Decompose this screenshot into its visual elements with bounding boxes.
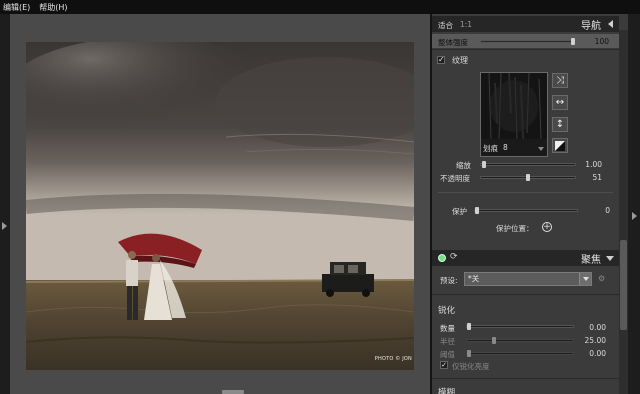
navigator-title: 导航 xyxy=(581,20,601,32)
luminance-only-label: 仅锐化亮度 xyxy=(452,362,490,371)
texture-label: 纹理 xyxy=(452,56,468,65)
ratio-button[interactable]: 1:1 xyxy=(460,20,472,29)
scale-knob[interactable] xyxy=(482,161,486,168)
opacity-value: 51 xyxy=(592,173,602,182)
scale-label: 缩放 xyxy=(456,161,471,170)
amount-label: 数量 xyxy=(440,324,455,333)
menu-bar: 编辑(E) 帮助(H) xyxy=(0,0,640,14)
texture-checkbox[interactable]: ✓ xyxy=(437,56,445,64)
overall-intensity-label: 整体强度 xyxy=(438,38,468,47)
sharpen-title: 锐化 xyxy=(438,306,456,316)
collapse-left-icon[interactable] xyxy=(608,20,613,28)
random-texture-button[interactable]: ⤨ xyxy=(552,73,568,88)
threshold-slider[interactable] xyxy=(466,350,574,357)
shuffle-icon: ⤨ xyxy=(556,74,564,86)
radius-label: 半径 xyxy=(440,337,455,346)
opacity-knob[interactable] xyxy=(526,174,530,181)
overall-intensity-knob[interactable] xyxy=(571,38,575,45)
luminance-only-checkbox[interactable]: ✓ xyxy=(440,361,448,369)
separator xyxy=(438,192,613,193)
texture-preset-label: 划痕 xyxy=(483,144,498,153)
texture-preset-dropdown-icon[interactable] xyxy=(538,147,544,151)
left-panel-toggle-strip[interactable] xyxy=(0,14,10,394)
flip-vertical-button[interactable]: ↕ xyxy=(552,117,568,132)
invert-texture-button[interactable] xyxy=(552,138,568,153)
threshold-value: 0.00 xyxy=(589,349,606,358)
focus-reset-icon[interactable]: ⟳ xyxy=(450,252,458,262)
focus-preset-label: 预设: xyxy=(440,276,458,285)
separator xyxy=(432,49,619,50)
focus-preset-value: *关 xyxy=(468,274,480,283)
protect-value: 0 xyxy=(605,206,610,215)
protect-knob[interactable] xyxy=(475,207,479,214)
protect-label: 保护 xyxy=(452,207,467,216)
add-protect-point-icon[interactable]: + xyxy=(542,222,552,232)
scale-value: 1.00 xyxy=(585,160,602,169)
focus-enable-icon[interactable] xyxy=(438,254,446,262)
image-canvas[interactable]: PHOTO © JON xyxy=(10,14,430,394)
invert-icon xyxy=(555,140,565,151)
chevron-down-icon[interactable] xyxy=(579,273,591,285)
texture-preview-image xyxy=(481,72,547,140)
amount-slider[interactable] xyxy=(466,323,574,330)
radius-value: 25.00 xyxy=(584,336,606,345)
collapse-down-icon[interactable] xyxy=(606,256,614,261)
menu-item-help[interactable]: 帮助(H) xyxy=(39,2,67,13)
scale-slider[interactable] xyxy=(480,161,576,168)
flip-horizontal-button[interactable]: ↔ xyxy=(552,95,568,110)
separator xyxy=(432,378,619,379)
navigator-header[interactable]: 适合 1:1 导航 xyxy=(432,16,619,32)
opacity-label: 不透明度 xyxy=(440,174,470,183)
overall-intensity-value: 100 xyxy=(594,37,609,46)
settings-panel: 适合 1:1 导航 整体强度 100 ✓ 纹理 划痕 8 ⤨ ↔ ↕ 缩放 1.… xyxy=(432,14,628,394)
focus-preset-select[interactable]: *关 xyxy=(464,272,592,286)
focus-header[interactable]: ⟳ 聚焦 xyxy=(432,250,619,266)
focus-title: 聚焦 xyxy=(581,254,601,266)
flip-horizontal-icon: ↔ xyxy=(555,96,565,108)
threshold-knob[interactable] xyxy=(467,350,471,357)
panel-scrollbar-thumb[interactable] xyxy=(620,240,627,330)
expand-left-arrow-icon[interactable] xyxy=(2,222,7,230)
overall-intensity-slider[interactable] xyxy=(480,38,576,45)
protect-position-label: 保护位置： xyxy=(496,224,534,233)
opacity-slider[interactable] xyxy=(480,174,576,181)
fit-button[interactable]: 适合 xyxy=(438,20,453,31)
separator xyxy=(432,294,619,295)
panel-scrollbar[interactable] xyxy=(619,30,628,394)
wedding-photo-image xyxy=(26,42,414,370)
photo-credit-text: PHOTO © JON xyxy=(374,356,412,362)
radius-knob[interactable] xyxy=(492,337,496,344)
menu-item-edit[interactable]: 编辑(E) xyxy=(3,2,30,13)
flip-vertical-icon: ↕ xyxy=(555,118,565,130)
protect-slider[interactable] xyxy=(474,207,578,214)
texture-thumbnail[interactable]: 划痕 8 xyxy=(480,72,548,157)
blur-title: 模糊 xyxy=(438,388,456,394)
amount-value: 0.00 xyxy=(589,323,606,332)
amount-knob[interactable] xyxy=(467,323,471,330)
texture-preset-number: 8 xyxy=(503,143,508,152)
photo-preview: PHOTO © JON xyxy=(26,42,414,370)
threshold-label: 阈值 xyxy=(440,350,455,359)
expand-right-arrow-icon[interactable] xyxy=(632,212,637,220)
radius-slider[interactable] xyxy=(466,337,574,344)
canvas-scroll-handle[interactable] xyxy=(222,390,244,394)
overall-intensity-row: 整体强度 100 xyxy=(432,34,619,48)
preset-options-icon[interactable]: ⚙ xyxy=(598,274,605,283)
right-panel-toggle-strip[interactable] xyxy=(628,14,640,394)
